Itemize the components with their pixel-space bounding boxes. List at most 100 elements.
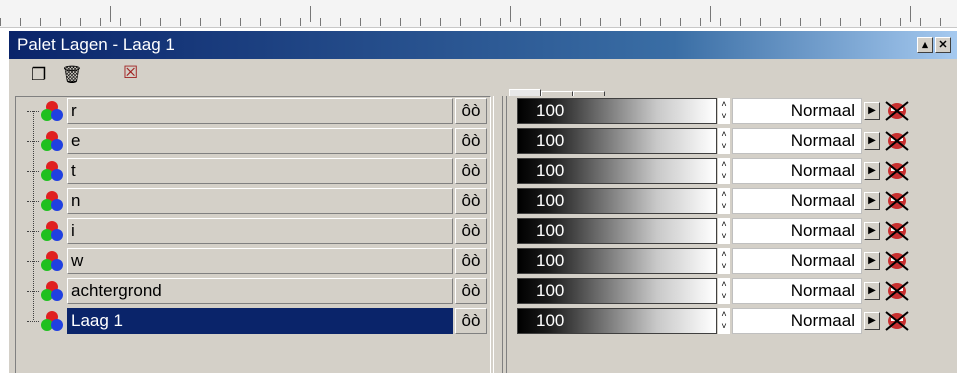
rgb-layer-icon	[41, 281, 63, 301]
pane-splitter[interactable]	[493, 96, 503, 373]
opacity-slider[interactable]: 100	[517, 308, 717, 334]
blend-mode-arrow-icon[interactable]: ▶	[864, 252, 880, 270]
layer-row[interactable]: achtergrond ôò	[15, 276, 491, 306]
ruler	[0, 0, 957, 28]
ruler-major-tick	[110, 6, 111, 22]
rgb-layer-icon	[41, 221, 63, 241]
trash-icon[interactable]: 🗑	[61, 65, 83, 85]
layer-row[interactable]: e ôò	[15, 126, 491, 156]
layer-name[interactable]: Laag 1	[67, 308, 453, 334]
mask-disabled-icon[interactable]	[884, 100, 910, 122]
layer-name[interactable]: e	[67, 128, 453, 154]
tree-branch	[27, 201, 39, 202]
layer-row[interactable]: n ôò	[15, 186, 491, 216]
ruler-major-tick	[910, 6, 911, 22]
rgb-layer-icon	[41, 191, 63, 211]
opacity-spinner-icon[interactable]: ˄ ˅	[718, 128, 730, 154]
tree-branch	[27, 261, 39, 262]
layer-row[interactable]: i ôò	[15, 216, 491, 246]
layer-properties-row: 100 ˄ ˅ Normaal ▶	[512, 96, 957, 126]
blend-mode-arrow-icon[interactable]: ▶	[864, 222, 880, 240]
visibility-toggle-icon[interactable]: ôò	[455, 158, 487, 184]
blend-mode-select[interactable]: Normaal	[732, 308, 862, 334]
mask-disabled-icon[interactable]	[884, 160, 910, 182]
blend-mode-select[interactable]: Normaal	[732, 98, 862, 124]
new-layer-icon[interactable]: ❐	[31, 65, 46, 85]
mask-disabled-icon[interactable]	[884, 130, 910, 152]
opacity-spinner-icon[interactable]: ˄ ˅	[718, 188, 730, 214]
layer-properties-row: 100 ˄ ˅ Normaal ▶	[512, 186, 957, 216]
layers-palette: Palet Lagen - Laag 1 ▴ ✕ ❐ 🗑 ☒ ☺ ☹ ▥ r ô…	[7, 30, 957, 373]
title-bar[interactable]: Palet Lagen - Laag 1 ▴ ✕	[9, 31, 957, 59]
blend-mode-arrow-icon[interactable]: ▶	[864, 312, 880, 330]
opacity-slider[interactable]: 100	[517, 158, 717, 184]
mask-disabled-icon[interactable]	[884, 190, 910, 212]
window-title: Palet Lagen - Laag 1	[17, 35, 175, 54]
opacity-slider[interactable]: 100	[517, 278, 717, 304]
blend-mode-select[interactable]: Normaal	[732, 128, 862, 154]
layer-properties-row: 100 ˄ ˅ Normaal ▶	[512, 156, 957, 186]
rgb-layer-icon	[41, 101, 63, 121]
layer-properties-row: 100 ˄ ˅ Normaal ▶	[512, 126, 957, 156]
layer-name[interactable]: t	[67, 158, 453, 184]
close-button[interactable]: ✕	[935, 37, 951, 53]
visibility-toggle-icon[interactable]: ôò	[455, 308, 487, 334]
blend-mode-select[interactable]: Normaal	[732, 278, 862, 304]
opacity-slider[interactable]: 100	[517, 128, 717, 154]
tree-branch	[27, 141, 39, 142]
blend-mode-select[interactable]: Normaal	[732, 188, 862, 214]
tree-branch	[27, 291, 39, 292]
visibility-toggle-icon[interactable]: ôò	[455, 98, 487, 124]
tree-branch	[27, 111, 39, 112]
blend-mode-select[interactable]: Normaal	[732, 218, 862, 244]
ruler-major-tick	[310, 6, 311, 22]
mask-disabled-icon[interactable]	[884, 250, 910, 272]
opacity-slider[interactable]: 100	[517, 218, 717, 244]
opacity-spinner-icon[interactable]: ˄ ˅	[718, 98, 730, 124]
opacity-spinner-icon[interactable]: ˄ ˅	[718, 218, 730, 244]
layer-properties-row: 100 ˄ ˅ Normaal ▶	[512, 246, 957, 276]
blend-mode-select[interactable]: Normaal	[732, 158, 862, 184]
rgb-layer-icon	[41, 131, 63, 151]
visibility-toggle-icon[interactable]: ôò	[455, 278, 487, 304]
visibility-toggle-icon[interactable]: ôò	[455, 128, 487, 154]
opacity-slider[interactable]: 100	[517, 98, 717, 124]
mask-icon[interactable]: ☒	[123, 63, 138, 83]
tree-branch	[27, 231, 39, 232]
blend-mode-select[interactable]: Normaal	[732, 248, 862, 274]
layer-row[interactable]: r ôò	[15, 96, 491, 126]
blend-mode-arrow-icon[interactable]: ▶	[864, 132, 880, 150]
layer-row[interactable]: t ôò	[15, 156, 491, 186]
blend-mode-arrow-icon[interactable]: ▶	[864, 102, 880, 120]
rgb-layer-icon	[41, 311, 63, 331]
layer-properties-row: 100 ˄ ˅ Normaal ▶	[512, 306, 957, 336]
rgb-layer-icon	[41, 251, 63, 271]
visibility-toggle-icon[interactable]: ôò	[455, 248, 487, 274]
layer-name[interactable]: w	[67, 248, 453, 274]
layer-properties-row: 100 ˄ ˅ Normaal ▶	[512, 276, 957, 306]
tree-branch	[27, 171, 39, 172]
mask-disabled-icon[interactable]	[884, 310, 910, 332]
mask-disabled-icon[interactable]	[884, 280, 910, 302]
blend-mode-arrow-icon[interactable]: ▶	[864, 282, 880, 300]
blend-mode-arrow-icon[interactable]: ▶	[864, 162, 880, 180]
opacity-spinner-icon[interactable]: ˄ ˅	[718, 158, 730, 184]
visibility-toggle-icon[interactable]: ôò	[455, 188, 487, 214]
blend-mode-arrow-icon[interactable]: ▶	[864, 192, 880, 210]
opacity-spinner-icon[interactable]: ˄ ˅	[718, 248, 730, 274]
opacity-spinner-icon[interactable]: ˄ ˅	[718, 308, 730, 334]
visibility-toggle-icon[interactable]: ôò	[455, 218, 487, 244]
opacity-slider[interactable]: 100	[517, 188, 717, 214]
ruler-major-tick	[510, 6, 511, 22]
layer-name[interactable]: achtergrond	[67, 278, 453, 304]
layer-row[interactable]: Laag 1 ôò	[15, 306, 491, 336]
layer-row[interactable]: w ôò	[15, 246, 491, 276]
layer-name[interactable]: n	[67, 188, 453, 214]
opacity-slider[interactable]: 100	[517, 248, 717, 274]
layer-properties-row: 100 ˄ ˅ Normaal ▶	[512, 216, 957, 246]
opacity-spinner-icon[interactable]: ˄ ˅	[718, 278, 730, 304]
minimize-button[interactable]: ▴	[917, 37, 933, 53]
mask-disabled-icon[interactable]	[884, 220, 910, 242]
layer-name[interactable]: r	[67, 98, 453, 124]
layer-name[interactable]: i	[67, 218, 453, 244]
